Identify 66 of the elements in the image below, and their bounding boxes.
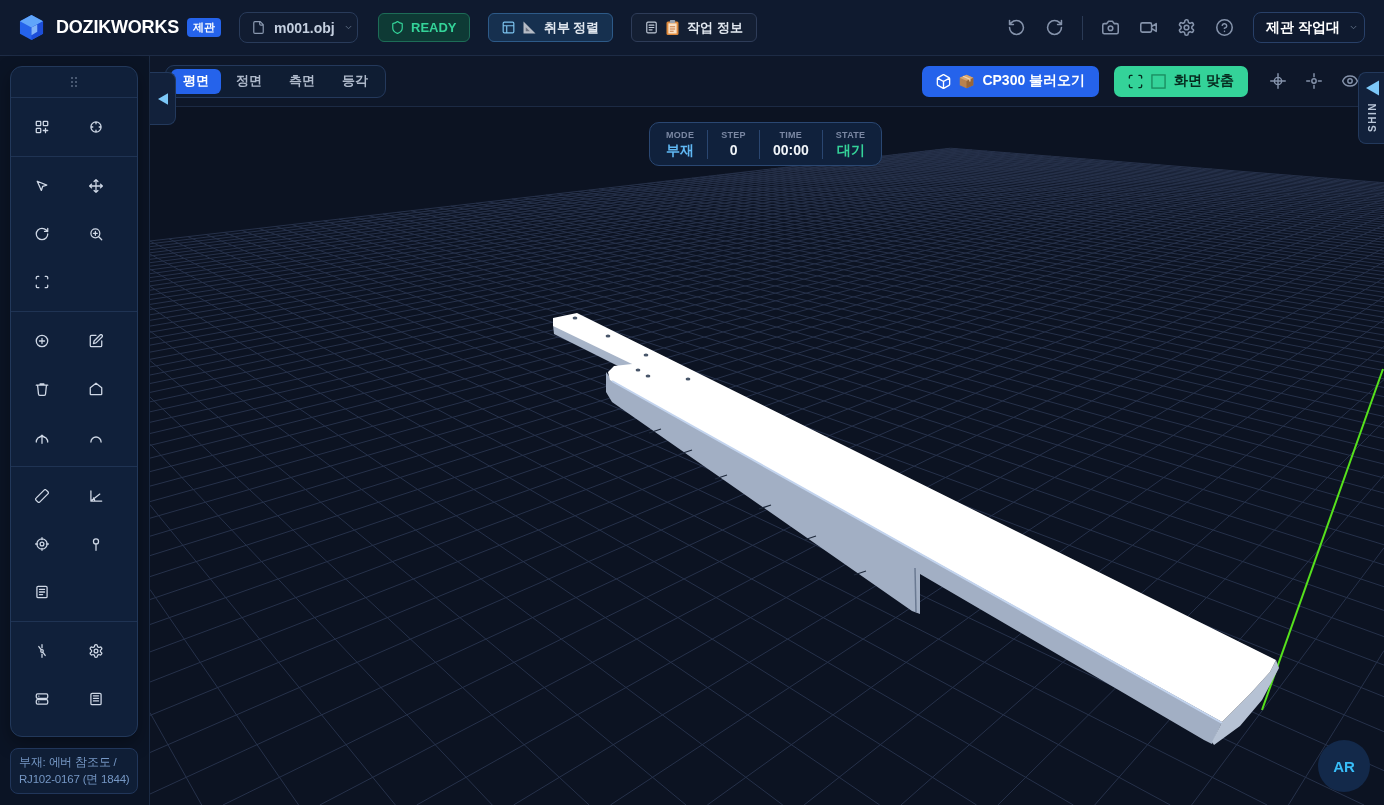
move-icon[interactable] bbox=[89, 179, 103, 193]
side-panel-tab[interactable]: SHIN bbox=[1358, 72, 1384, 144]
hud-value: 00:00 bbox=[772, 141, 809, 159]
frame-corners-icon[interactable] bbox=[35, 275, 49, 289]
package-icon bbox=[959, 73, 975, 89]
crosshair-icon[interactable] bbox=[1270, 73, 1286, 89]
camera-icon[interactable] bbox=[1102, 19, 1119, 36]
brand-name: DOZIKWORKS bbox=[56, 17, 179, 38]
file-menu[interactable]: m001.obj bbox=[239, 12, 358, 43]
collapse-tab[interactable] bbox=[150, 72, 176, 125]
angle-icon[interactable] bbox=[89, 489, 103, 503]
edit-icon[interactable] bbox=[89, 334, 103, 348]
cube-icon bbox=[936, 73, 952, 89]
left-triangle-icon bbox=[157, 92, 168, 105]
eye-icon[interactable] bbox=[1342, 73, 1358, 89]
layout-icon bbox=[501, 21, 515, 34]
file-icon bbox=[252, 21, 265, 34]
zoom-in-icon[interactable] bbox=[89, 227, 103, 241]
cube-logo-icon bbox=[19, 14, 44, 41]
hud-value: 0 bbox=[729, 141, 738, 159]
help-icon[interactable] bbox=[1216, 19, 1233, 36]
view-tab[interactable]: 정면 bbox=[224, 68, 274, 94]
ruler-icon[interactable] bbox=[35, 489, 49, 503]
hud-label: TIME bbox=[779, 129, 803, 141]
split-point-icon[interactable] bbox=[35, 644, 49, 658]
notes-icon[interactable] bbox=[89, 692, 103, 706]
server-icon[interactable] bbox=[35, 692, 49, 706]
ar-button[interactable]: AR bbox=[1318, 740, 1370, 792]
hud-value: 부재 bbox=[666, 141, 695, 159]
target-icon[interactable] bbox=[35, 537, 49, 551]
video-camera-icon[interactable] bbox=[1140, 19, 1157, 36]
pointer-icon[interactable] bbox=[35, 179, 49, 193]
redo-icon[interactable] bbox=[1046, 19, 1063, 36]
brand-badge: 제관 bbox=[187, 18, 221, 37]
view-tab[interactable]: 평면 bbox=[171, 68, 221, 94]
fit-view-button[interactable]: 화면 맞춤 bbox=[1114, 65, 1248, 97]
load-model-button[interactable]: CP300 불러오기 bbox=[922, 65, 1100, 97]
hud-label: STEP bbox=[721, 129, 746, 141]
part-info-text: 부재: 에버 참조도 / RJ102-0167 (면 1844) bbox=[10, 748, 138, 794]
undo-icon[interactable] bbox=[1008, 19, 1025, 36]
status-badge: READY bbox=[378, 13, 470, 42]
clipboard-icon bbox=[665, 20, 681, 35]
hud-label: MODE bbox=[666, 129, 695, 141]
view-tab[interactable]: 등각 bbox=[330, 68, 380, 94]
left-triangle-icon bbox=[1366, 80, 1379, 96]
trash-icon[interactable] bbox=[35, 382, 49, 396]
drag-handle-icon[interactable] bbox=[71, 77, 77, 87]
chevron-icon bbox=[343, 23, 353, 32]
home-icon[interactable] bbox=[89, 382, 103, 396]
hud-label: STATE bbox=[835, 129, 866, 141]
square-icon bbox=[1151, 73, 1167, 89]
locate-icon[interactable] bbox=[1306, 73, 1322, 89]
header-button[interactable]: 작업 정보 bbox=[631, 13, 757, 42]
chevron-icon bbox=[1348, 23, 1358, 32]
triangle-ruler-icon bbox=[521, 20, 537, 35]
view-tab[interactable]: 측면 bbox=[277, 68, 327, 94]
frame-corners-icon bbox=[1128, 73, 1144, 89]
grid-plus-icon[interactable] bbox=[35, 120, 49, 134]
document-icon[interactable] bbox=[35, 585, 49, 599]
shield-icon bbox=[391, 21, 404, 34]
hud-value: 대기 bbox=[836, 141, 865, 159]
rotate-icon[interactable] bbox=[35, 227, 49, 241]
header-button[interactable]: 취부 정렬 bbox=[487, 13, 614, 42]
document-icon bbox=[645, 21, 659, 34]
workspace-menu[interactable]: 제관 작업대 bbox=[1253, 12, 1365, 43]
settings-icon[interactable] bbox=[1178, 19, 1195, 36]
